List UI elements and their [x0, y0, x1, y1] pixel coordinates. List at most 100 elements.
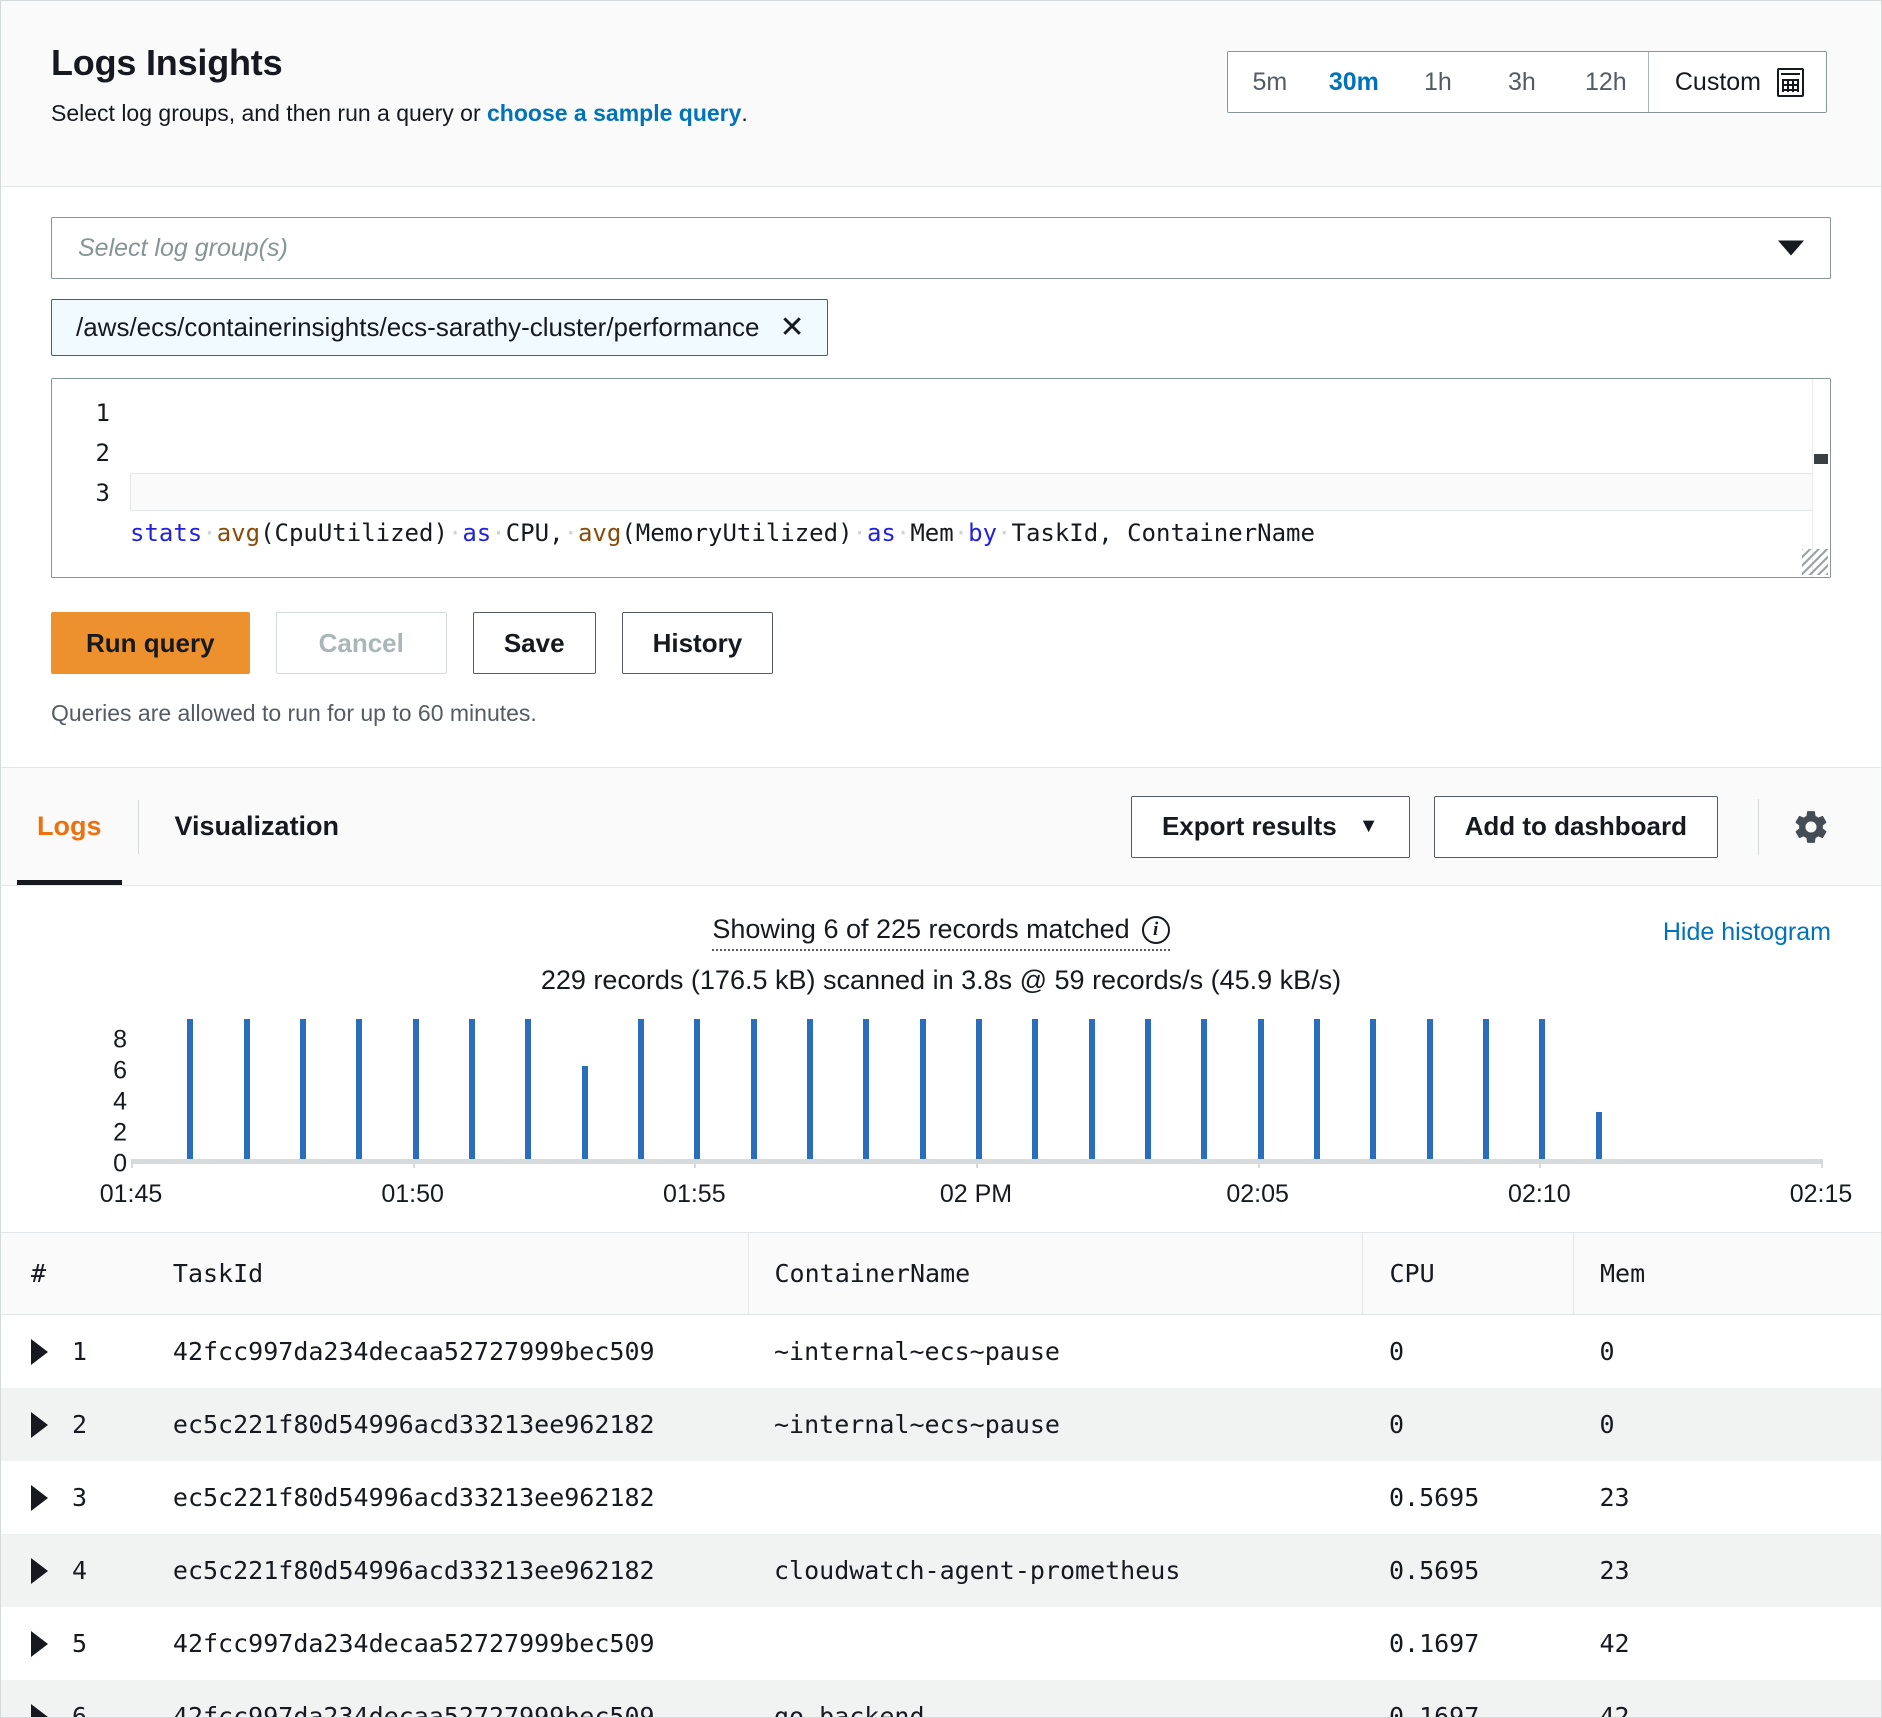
table-row[interactable]: 3 ec5c221f80d54996acd33213ee962182 0.5695 2…	[1, 1461, 1881, 1534]
calendar-icon	[1777, 67, 1804, 97]
editor-code[interactable]: stats·avg(CpuUtilized)·as·CPU,·avg(Memor…	[130, 379, 1830, 577]
expand-row-icon[interactable]	[31, 1411, 48, 1438]
arg-cpu: (CpuUtilized)	[260, 519, 448, 547]
cell-taskid: ec5c221f80d54996acd33213ee962182	[142, 1388, 748, 1461]
x-axis-tick	[976, 1159, 978, 1168]
histogram-bar	[1539, 1019, 1546, 1159]
cell-containername: go-backend	[748, 1680, 1363, 1717]
run-query-button[interactable]: Run query	[51, 612, 250, 674]
cell-containername: ~internal~ecs~pause	[748, 1314, 1363, 1388]
column-header-containername: ContainerName	[747, 1232, 1363, 1315]
kw-as-1: as	[462, 519, 492, 547]
cell-taskid: ec5c221f80d54996acd33213ee962182	[142, 1461, 748, 1534]
histogram-bar	[300, 1019, 306, 1159]
export-results-label: Export results	[1161, 811, 1337, 841]
kw-stats: stats	[130, 519, 203, 547]
cell-index: 3	[1, 1461, 143, 1534]
expand-row-icon[interactable]	[31, 1338, 48, 1365]
log-group-token-label: /aws/ecs/containerinsights/ecs-sarathy-c…	[76, 312, 760, 342]
histogram-plot	[131, 1019, 1823, 1168]
x-axis-tick	[1257, 1159, 1260, 1168]
cell-index: 5	[1, 1607, 143, 1680]
expand-row-icon[interactable]	[31, 1703, 48, 1717]
results-tabs: Logs Visualization	[1, 768, 375, 885]
histogram-bar	[1032, 1019, 1039, 1159]
histogram-bar	[581, 1065, 588, 1159]
log-group-select[interactable]: Select log group(s)	[51, 217, 1831, 279]
code-line-1: stats·avg(CpuUtilized)·as·CPU,·avg(Memor…	[130, 519, 1315, 547]
row-number: 1	[72, 1337, 88, 1366]
expand-row-icon[interactable]	[31, 1630, 48, 1657]
table-row[interactable]: 5 42fcc997da234decaa52727999bec509 0.1697 4…	[1, 1607, 1881, 1680]
expand-row-icon[interactable]	[31, 1557, 48, 1584]
chevron-down-icon	[1778, 240, 1804, 256]
kw-by: by	[968, 519, 998, 547]
line-number: 2	[95, 439, 110, 467]
column-header-taskid: TaskId	[142, 1232, 748, 1315]
row-number: 4	[72, 1556, 88, 1585]
expand-row-icon[interactable]	[31, 1484, 48, 1511]
sample-query-link[interactable]: choose a sample query	[487, 100, 741, 126]
histogram-bar	[1370, 1019, 1377, 1159]
column-header-index: #	[1, 1232, 143, 1315]
save-button[interactable]: Save	[472, 612, 596, 674]
cell-mem: 23	[1573, 1461, 1881, 1534]
results-section: Logs Visualization Export results ▼ Add …	[1, 768, 1881, 1717]
add-to-dashboard-button[interactable]: Add to dashboard	[1433, 795, 1718, 858]
row-number: 5	[72, 1629, 88, 1658]
time-range-5m[interactable]: 5m	[1227, 52, 1312, 112]
x-axis-tick	[412, 1159, 415, 1168]
time-range-custom[interactable]: Custom	[1647, 52, 1826, 112]
histogram-bar	[694, 1019, 701, 1159]
hide-histogram-link[interactable]: Hide histogram	[1663, 918, 1831, 947]
table-row[interactable]: 2 ec5c221f80d54996acd33213ee962182 ~intern…	[1, 1388, 1881, 1461]
time-range-selector[interactable]: 5m 30m 1h 3h 12h Custom	[1226, 51, 1827, 113]
log-group-placeholder: Select log group(s)	[78, 233, 288, 262]
table-row[interactable]: 6 42fcc997da234decaa52727999bec509 go-back…	[1, 1680, 1881, 1717]
histogram-bar	[525, 1019, 532, 1159]
fn-avg-1: avg	[216, 519, 261, 547]
selected-log-groups: /aws/ecs/containerinsights/ecs-sarathy-c…	[51, 299, 1831, 356]
time-range-1h[interactable]: 1h	[1395, 52, 1480, 112]
results-table-head: # TaskId ContainerName CPU Mem	[1, 1232, 1881, 1315]
gear-icon[interactable]	[1791, 807, 1831, 847]
table-row[interactable]: 1 42fcc997da234decaa52727999bec509 ~intern…	[1, 1314, 1881, 1388]
tab-logs[interactable]: Logs	[1, 768, 138, 885]
histogram-bar	[469, 1019, 475, 1159]
histogram-bar	[1483, 1019, 1489, 1159]
histogram-bar	[1201, 1019, 1208, 1159]
fn-avg-2: avg	[577, 519, 622, 547]
alias-cpu: CPU,	[505, 519, 564, 547]
cell-mem: 42	[1573, 1607, 1881, 1680]
kw-as-2: as	[866, 519, 896, 547]
editor-scrollbar-thumb[interactable]	[1814, 454, 1828, 464]
logs-insights-page: Logs Insights Select log groups, and the…	[0, 0, 1882, 1718]
time-range-3h[interactable]: 3h	[1479, 52, 1564, 112]
histogram-bar	[976, 1019, 982, 1159]
x-axis-tick	[1539, 1159, 1542, 1168]
cell-mem: 42	[1573, 1680, 1881, 1717]
query-editor[interactable]: 1 2 3 stats·avg(CpuUtilized)·as·CPU,·avg…	[51, 378, 1831, 578]
history-button[interactable]: History	[621, 612, 774, 674]
close-icon[interactable]: ✕	[780, 312, 805, 343]
cell-taskid: 42fcc997da234decaa52727999bec509	[142, 1314, 748, 1388]
info-icon[interactable]: i	[1141, 915, 1170, 944]
log-group-token[interactable]: /aws/ecs/containerinsights/ecs-sarathy-c…	[51, 299, 828, 356]
time-range-12h[interactable]: 12h	[1563, 52, 1648, 112]
results-summary: Showing 6 of 225 records matched i 229 r…	[1, 886, 1881, 1002]
cell-mem: 0	[1573, 1314, 1881, 1388]
time-range-30m[interactable]: 30m	[1311, 52, 1396, 112]
export-results-button[interactable]: Export results ▼	[1130, 795, 1410, 858]
histogram-bar	[412, 1019, 419, 1159]
histogram-bar	[1257, 1019, 1264, 1159]
histogram-bar	[1145, 1019, 1151, 1159]
x-tick-label: 01:50	[381, 1180, 444, 1208]
cell-index: 2	[1, 1388, 143, 1461]
line-number: 3	[95, 479, 110, 507]
editor-gutter: 1 2 3	[52, 379, 130, 577]
histogram-bar	[243, 1019, 250, 1159]
histogram-bar	[750, 1019, 757, 1159]
tab-visualization[interactable]: Visualization	[139, 768, 376, 885]
table-row[interactable]: 4 ec5c221f80d54996acd33213ee962182 cloudwa…	[1, 1534, 1881, 1607]
custom-label: Custom	[1674, 67, 1761, 96]
